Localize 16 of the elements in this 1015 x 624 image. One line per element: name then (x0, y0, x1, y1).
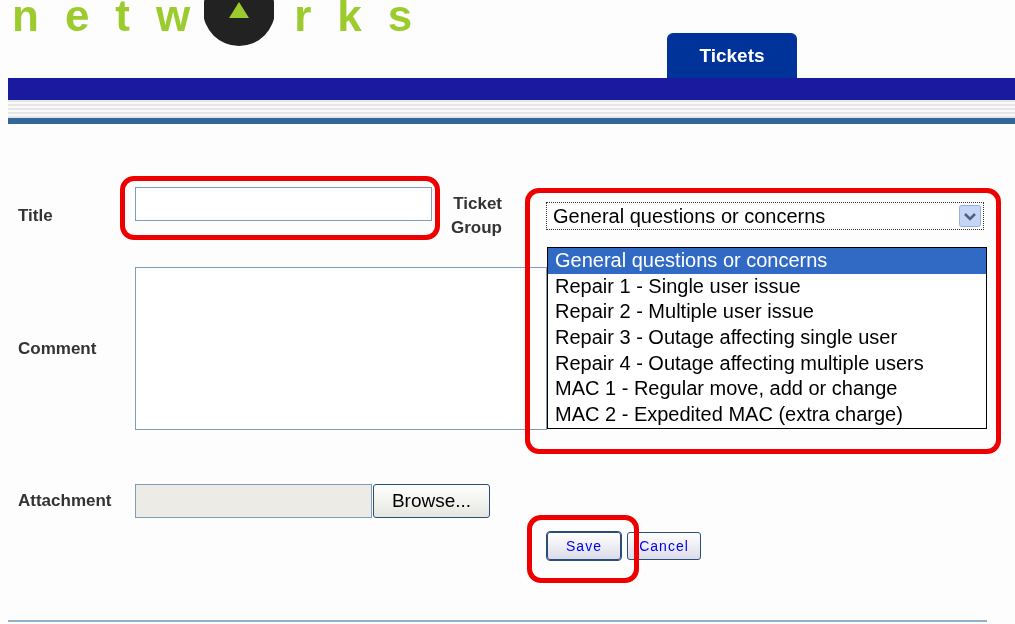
field-label: Ticket Group (450, 193, 502, 239)
caret-icon (959, 205, 981, 227)
field-label: Comment (18, 338, 98, 359)
form-button[interactable]: Cancel (627, 532, 701, 560)
file-field[interactable] (135, 484, 372, 518)
comment-input[interactable] (135, 267, 547, 430)
logo-text: netw (12, 0, 217, 36)
ticket-group-select[interactable]: General questions or concerns (546, 202, 984, 230)
field-label: Attachment (18, 491, 113, 511)
tab[interactable]: Tickets (667, 33, 797, 78)
title-input[interactable] (135, 187, 432, 221)
logo-icon (204, 0, 275, 48)
field-label: Title (18, 206, 54, 226)
form-button[interactable]: Save (547, 532, 621, 560)
browse-button[interactable]: Browse... (373, 484, 490, 518)
dropdown-option[interactable]: General questions or concerns (548, 248, 986, 274)
